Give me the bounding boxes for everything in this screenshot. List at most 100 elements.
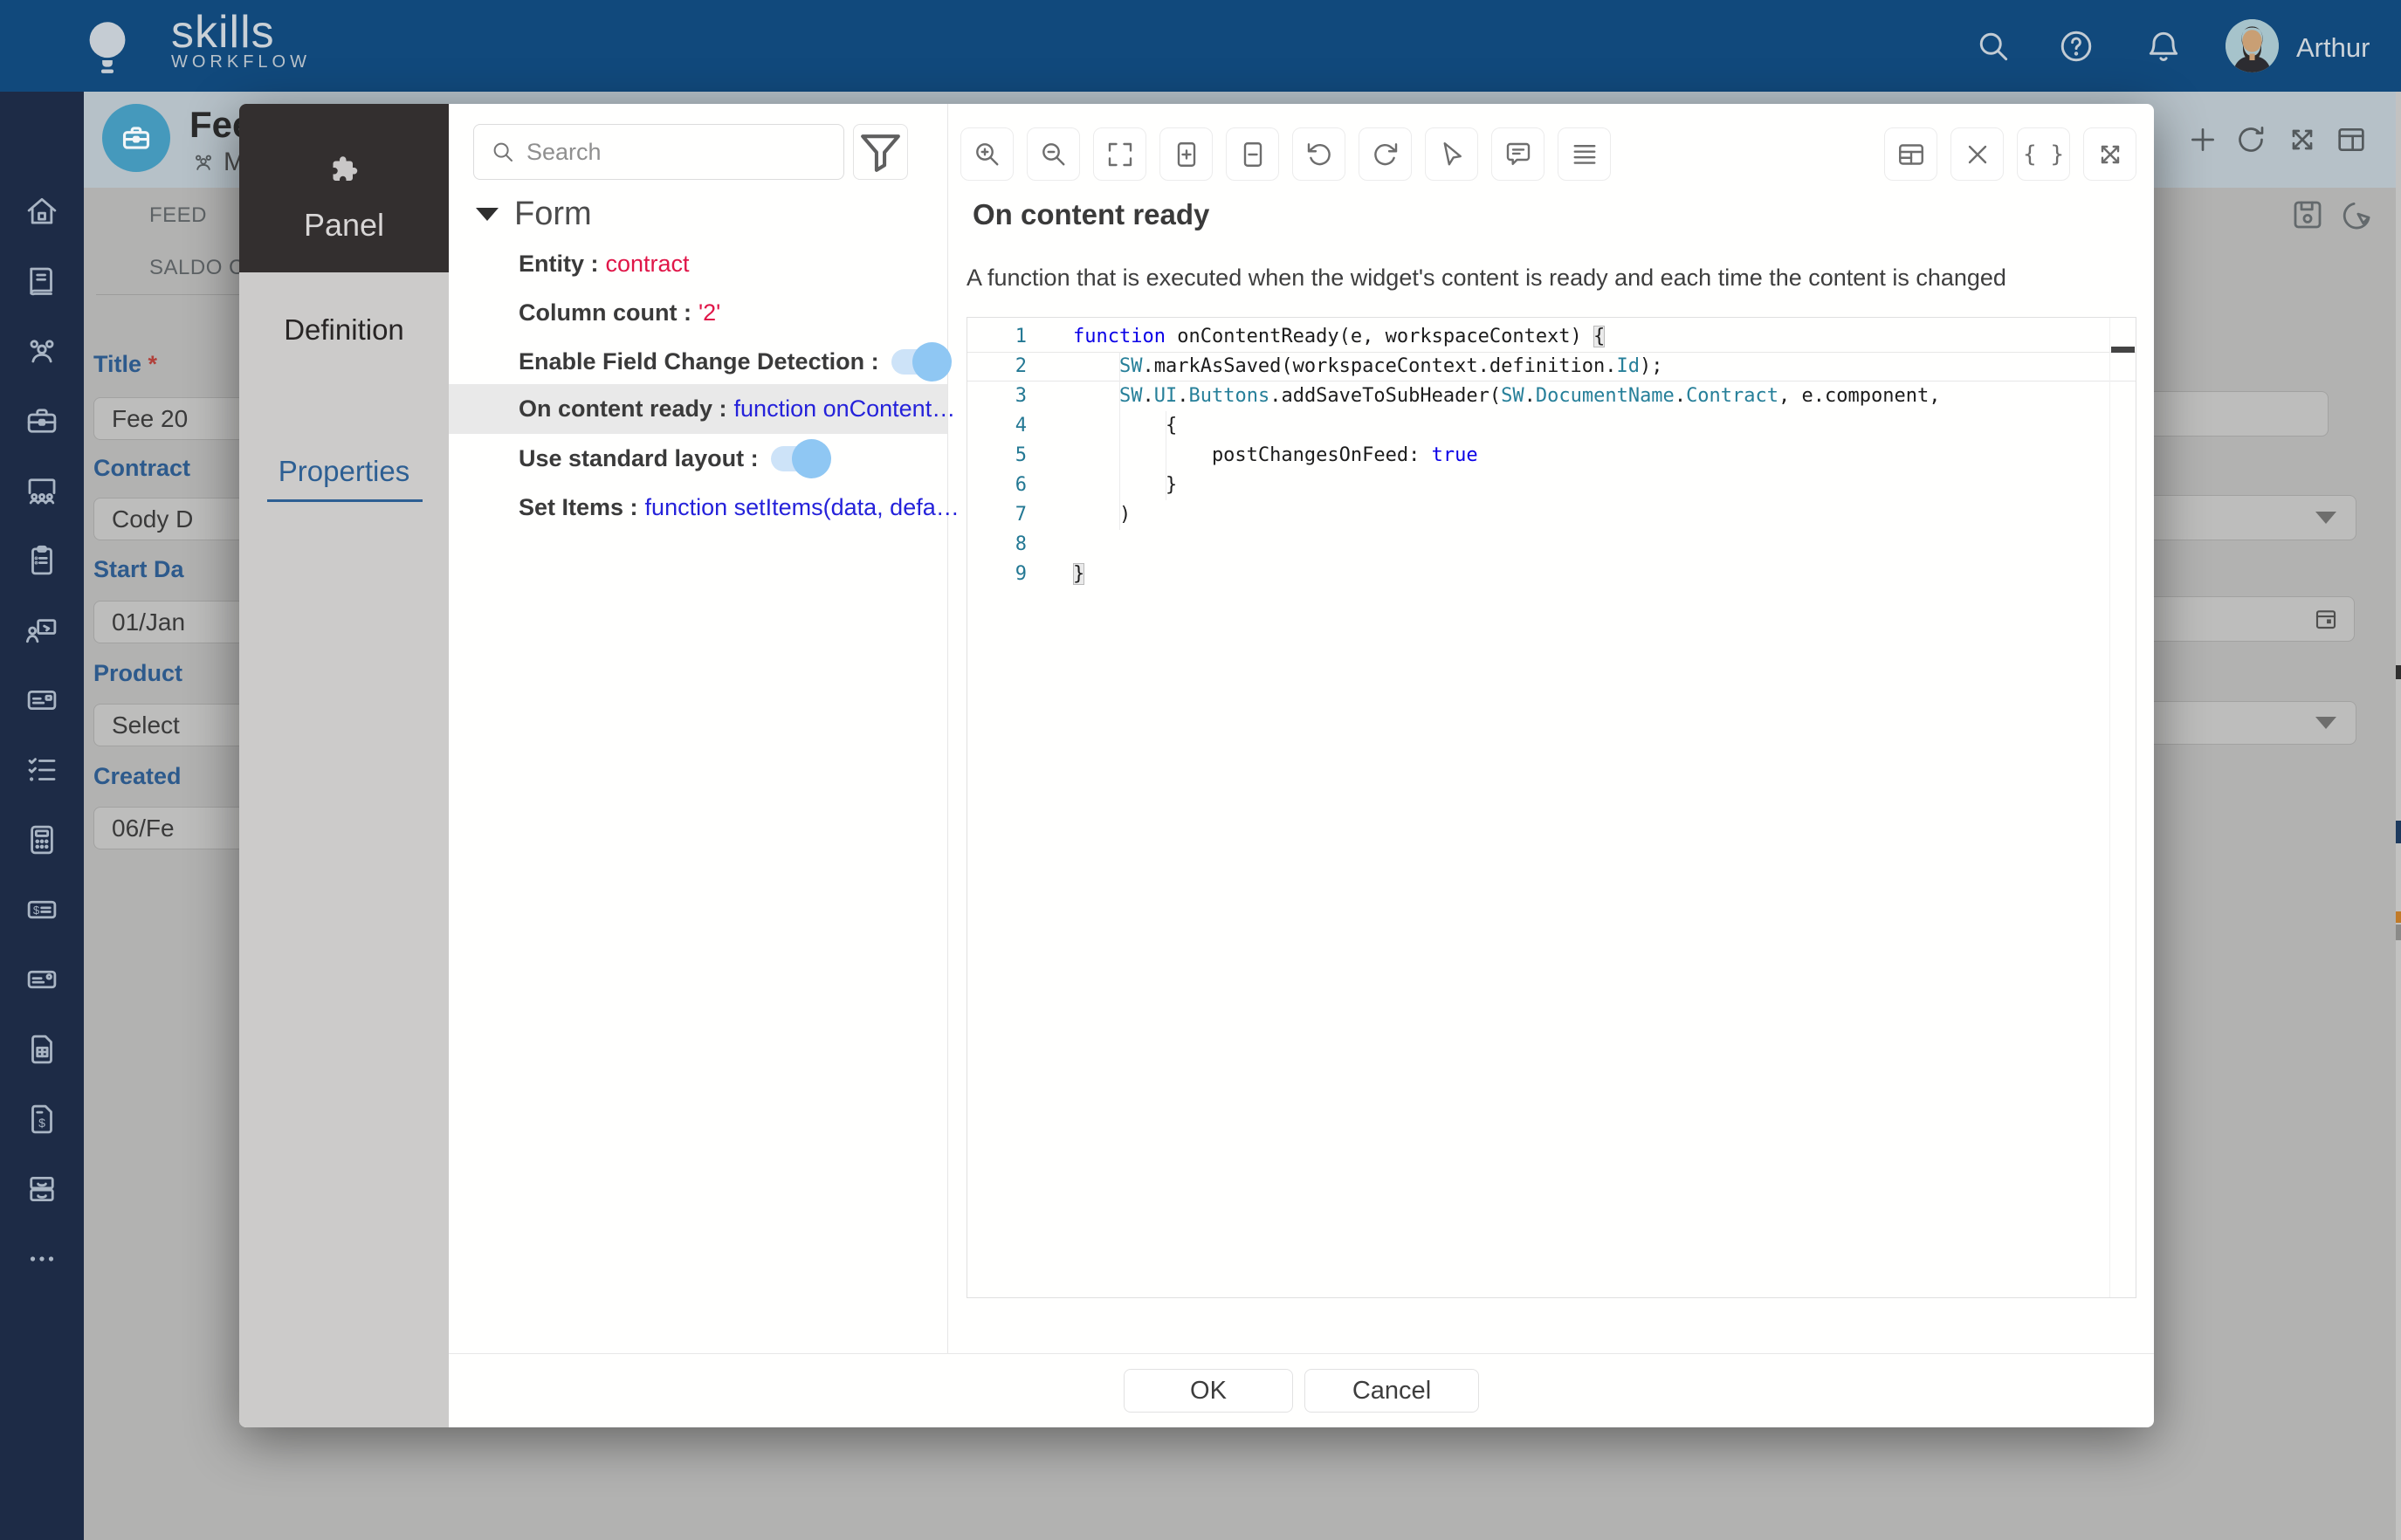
help-icon[interactable] (2057, 27, 2095, 65)
code-lines: function onContentReady(e, workspaceCont… (967, 322, 2109, 589)
collapse-arrow-icon (476, 208, 499, 221)
properties-tree-panel: Search Form Entity : contractColumn coun… (449, 104, 948, 1354)
redo-button[interactable] (1359, 127, 1412, 181)
table-button[interactable] (1884, 127, 1937, 181)
tab-properties[interactable]: Properties (239, 455, 449, 488)
sidebar-item-presentation-icon[interactable] (24, 612, 60, 649)
editor-panel: { } On content ready A function that is … (947, 104, 2154, 1354)
pointer-button[interactable] (1425, 127, 1478, 181)
fullscreen-button[interactable] (1093, 127, 1146, 181)
sidebar-item-spreadsheet-icon[interactable] (24, 1031, 60, 1068)
sidebar-item-archive-icon[interactable] (24, 1171, 60, 1207)
layout-icon[interactable] (2334, 122, 2369, 157)
sidebar-item-book-icon[interactable] (24, 263, 60, 299)
fullscreen-icon (1104, 139, 1136, 170)
editor-description: A function that is executed when the wid… (967, 265, 2006, 292)
sidebar-item-team-icon[interactable] (24, 333, 60, 369)
expand-box-button[interactable] (1159, 127, 1213, 181)
save-icon[interactable] (2289, 196, 2326, 233)
tree-item-value: function setItems(data, defa… (645, 494, 960, 521)
tree-item-column-count[interactable]: Column count : '2' (449, 288, 947, 337)
bg-field-label: Start Da (93, 556, 184, 583)
filter-button[interactable] (853, 124, 908, 180)
add-icon[interactable] (2185, 122, 2220, 157)
panel-properties-dialog: Panel Definition Properties Search Form … (239, 104, 2154, 1427)
zoom-out-button[interactable] (1027, 127, 1080, 181)
search-icon (490, 139, 516, 165)
code-editor[interactable]: 123456789 function onContentReady(e, wor… (967, 317, 2136, 1298)
bg-field-label: Product (93, 660, 182, 687)
panel-header: Panel (239, 104, 449, 272)
collapse-box-button[interactable] (1226, 127, 1279, 181)
tab-definition[interactable]: Definition (239, 313, 449, 347)
sidebar-item-more-icon[interactable] (24, 1241, 60, 1277)
menu-icon (1569, 139, 1600, 170)
expand-button[interactable] (2083, 127, 2136, 181)
tree-node-form[interactable]: Form (476, 189, 592, 238)
search-input[interactable]: Search (473, 124, 844, 180)
code-line-4: { (967, 411, 2109, 441)
bg-field-label: Title * (93, 351, 157, 378)
close-button[interactable] (1950, 127, 2004, 181)
page-scroll-edge (2396, 92, 2401, 1540)
comment-button[interactable] (1491, 127, 1544, 181)
sidebar-item-meeting-icon[interactable] (24, 472, 60, 509)
tree-item-entity[interactable]: Entity : contract (449, 239, 947, 288)
ok-button[interactable]: OK (1124, 1369, 1293, 1413)
tree-item-enable-field-change-detection[interactable]: Enable Field Change Detection : (449, 337, 947, 386)
sidebar-item-home-icon[interactable] (24, 193, 60, 230)
calendar-icon (2312, 605, 2340, 633)
sidebar-item-mail-card-icon[interactable] (24, 961, 60, 998)
svg-text:$: $ (38, 1116, 45, 1130)
tree-item-label: Set Items : (519, 494, 638, 521)
tab-feed[interactable]: FEED (149, 203, 207, 228)
zoom-in-button[interactable] (960, 127, 1014, 181)
tree-item-value: function onContent… (734, 395, 956, 423)
editor-scrollbar (2109, 318, 2136, 1297)
code-line-5: postChangesOnFeed: true (967, 441, 2109, 471)
brand-name: skills (171, 9, 311, 56)
user-avatar[interactable] (2226, 19, 2279, 72)
tree-item-label: Entity : (519, 251, 599, 278)
sidebar-item-checklist-icon[interactable] (24, 752, 60, 788)
dialog-footer: OK Cancel (449, 1353, 2154, 1427)
code-line-9: } (967, 560, 2109, 589)
scrollbar-thumb[interactable] (2111, 347, 2135, 353)
undo-button[interactable] (1292, 127, 1345, 181)
expand-icon[interactable] (2285, 122, 2320, 157)
sidebar-item-id-card-icon[interactable] (24, 682, 60, 718)
refresh-icon[interactable] (2233, 122, 2268, 157)
svg-text:$: $ (33, 904, 40, 917)
tree-item-use-standard-layout[interactable]: Use standard layout : (449, 434, 947, 483)
sidebar-item-calculator-icon[interactable] (24, 822, 60, 858)
tree-item-value: contract (606, 251, 690, 278)
tree-item-value: '2' (698, 299, 720, 327)
brand: skills WORKFLOW (171, 9, 311, 72)
top-bar: skills WORKFLOW Arthur (0, 0, 2401, 92)
pie-chart-icon[interactable] (2339, 196, 2376, 233)
search-icon[interactable] (1974, 27, 2012, 65)
code-line-3: SW.UI.Buttons.addSaveToSubHeader(SW.Docu… (967, 382, 2109, 411)
braces-icon: { } (2023, 141, 2064, 168)
braces-button[interactable]: { } (2017, 127, 2070, 181)
bg-field-label: Contract (93, 455, 190, 482)
sidebar-item-briefcase-icon[interactable] (24, 402, 60, 439)
tree-item-label: Use standard layout : (519, 445, 759, 472)
toggle-switch-on[interactable] (891, 349, 949, 375)
cancel-button[interactable]: Cancel (1304, 1369, 1479, 1413)
tree-item-on-content-ready[interactable]: On content ready : function onContent… (449, 384, 947, 434)
sidebar-item-payment-icon[interactable]: $ (24, 891, 60, 928)
username[interactable]: Arthur (2296, 32, 2370, 64)
tree-item-set-items[interactable]: Set Items : function setItems(data, defa… (449, 483, 947, 532)
code-line-2: SW.markAsSaved(workspaceContext.definiti… (967, 352, 2109, 382)
team-icon (191, 150, 216, 175)
sidebar-item-invoice-icon[interactable]: $ (24, 1101, 60, 1138)
toggle-switch-on[interactable] (771, 446, 829, 471)
zoom-in-icon (972, 139, 1003, 170)
code-line-8 (967, 530, 2109, 560)
undo-icon (1304, 139, 1335, 170)
notifications-bell-icon[interactable] (2144, 27, 2183, 65)
brand-logo-icon (77, 16, 138, 77)
sidebar-item-clipboard-icon[interactable] (24, 542, 60, 579)
menu-button[interactable] (1558, 127, 1611, 181)
